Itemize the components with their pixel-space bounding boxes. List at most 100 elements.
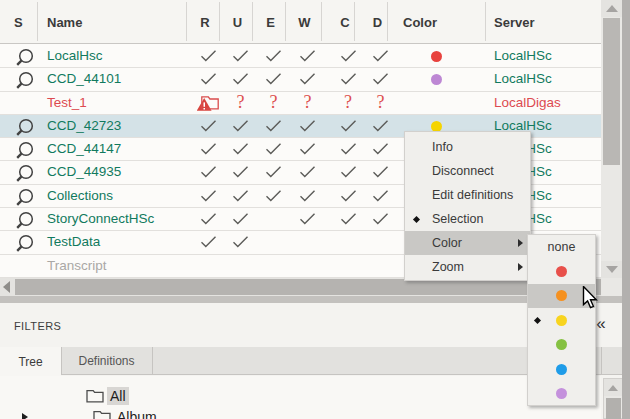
selection-bullet-icon [413,215,420,222]
table-row[interactable]: LocalHscLocalHSc [0,45,601,68]
check-icon [291,68,325,90]
cell-name: CCD_44935 [47,161,121,183]
menu-item-info[interactable]: Info [405,135,530,159]
scroll-down-button[interactable] [601,261,622,278]
tree-item-all[interactable]: All [0,387,601,407]
check-icon [291,45,325,67]
question-icon: ? [364,92,398,114]
tree-scrollbar-thumb[interactable] [606,398,621,419]
cell-name: StoryConnectHSc [47,208,154,230]
check-icon [257,45,291,67]
question-mark: ? [377,92,385,113]
tree-item-album[interactable]: Album [0,408,601,419]
color-option[interactable] [528,333,595,357]
check-icon [191,138,225,160]
menu-item-selection[interactable]: Selection [405,207,530,231]
horizontal-scrollbar-thumb[interactable] [15,279,601,295]
folder-icon [86,389,104,407]
tab-definitions[interactable]: Definitions [61,347,152,375]
column-separator [485,2,486,41]
table-vertical-scrollbar[interactable] [601,0,622,296]
color-swatch-dot [556,388,567,399]
check-icon [257,185,291,207]
question-mark: ? [237,92,245,113]
column-separator [354,2,355,41]
check-icon [257,138,291,160]
check-icon [224,138,258,160]
column-header-d[interactable]: D [361,0,395,44]
cell-name: CCD_44147 [47,138,121,160]
color-option[interactable] [528,308,595,332]
column-separator [186,2,187,41]
menu-item-color[interactable]: Color [405,231,530,255]
tree-vertical-scrollbar[interactable] [603,378,623,419]
filters-panel-title: FILTERS [14,320,61,332]
arrow-left-icon [3,281,10,293]
column-header-e[interactable]: E [254,0,288,44]
tab-separator [601,347,602,375]
connections-window: SNameRUEWCDColorServer LocalHscLocalHScC… [0,0,630,419]
cell-name: CCD_42723 [47,115,121,137]
tab-separator [61,347,62,375]
check-icon [191,185,225,207]
vertical-scrollbar-thumb[interactable] [603,18,620,165]
color-swatch-dot [556,339,567,350]
check-icon [331,138,365,160]
column-header-color[interactable]: Color [403,0,437,44]
column-header-name[interactable]: Name [47,0,82,44]
color-option[interactable] [528,381,595,405]
check-icon [224,161,258,183]
check-icon [291,115,325,137]
column-header-u[interactable]: U [221,0,255,44]
color-dot [431,51,442,62]
column-header-r[interactable]: R [188,0,222,44]
color-option-none[interactable]: none [528,235,595,259]
column-separator [321,2,322,41]
scroll-up-button[interactable] [601,0,622,17]
check-icon [364,161,398,183]
check-icon [291,161,325,183]
menu-item-zoom[interactable]: Zoom [405,255,530,279]
color-dot [431,74,442,85]
tree-item-label: All [107,387,129,405]
check-icon [364,185,398,207]
color-swatch-dot [556,290,567,301]
color-swatch-dot [556,364,567,375]
question-icon: ? [331,92,365,114]
table-row[interactable]: CCD_44101 LocalHSc [0,68,601,91]
table-header-row: S Name RUEWCDColor Server [0,0,601,44]
cell-name: Transcript [47,255,107,277]
column-header-server[interactable]: Server [494,0,534,44]
color-option[interactable] [528,357,595,381]
cell-server: LocalHSc [494,68,552,90]
question-mark: ? [304,92,312,113]
cell-name: CCD_44101 [47,68,121,90]
column-header-c[interactable]: C [328,0,362,44]
column-header-w[interactable]: W [288,0,322,44]
expander-icon[interactable] [22,413,28,419]
check-icon [364,45,398,67]
check-icon [331,161,365,183]
arrow-up-icon [608,385,618,391]
menu-item-edit-definitions[interactable]: Edit definitions [405,183,530,207]
table-row[interactable]: Test_1?????LocalDigas [0,92,601,115]
column-separator [387,2,388,41]
column-header-s[interactable]: S [14,0,23,44]
menu-item-disconnect[interactable]: Disconnect [405,159,530,183]
check-icon [331,115,365,137]
arrow-up-icon [606,5,618,12]
check-icon [364,138,398,160]
check-icon [364,115,398,137]
scroll-left-button[interactable] [0,278,15,296]
tree-scroll-up-button[interactable] [604,379,622,396]
color-option[interactable] [528,259,595,283]
tab-separator [152,347,153,375]
check-icon [291,185,325,207]
color-swatch-dot [556,266,567,277]
tree-item-label: Album [114,408,160,419]
cell-name: Collections [47,185,113,207]
context-menu: InfoDisconnectEdit definitionsSelectionC… [404,131,531,281]
tab-tree[interactable]: Tree [0,347,61,376]
check-icon [257,68,291,90]
check-icon [191,115,225,137]
